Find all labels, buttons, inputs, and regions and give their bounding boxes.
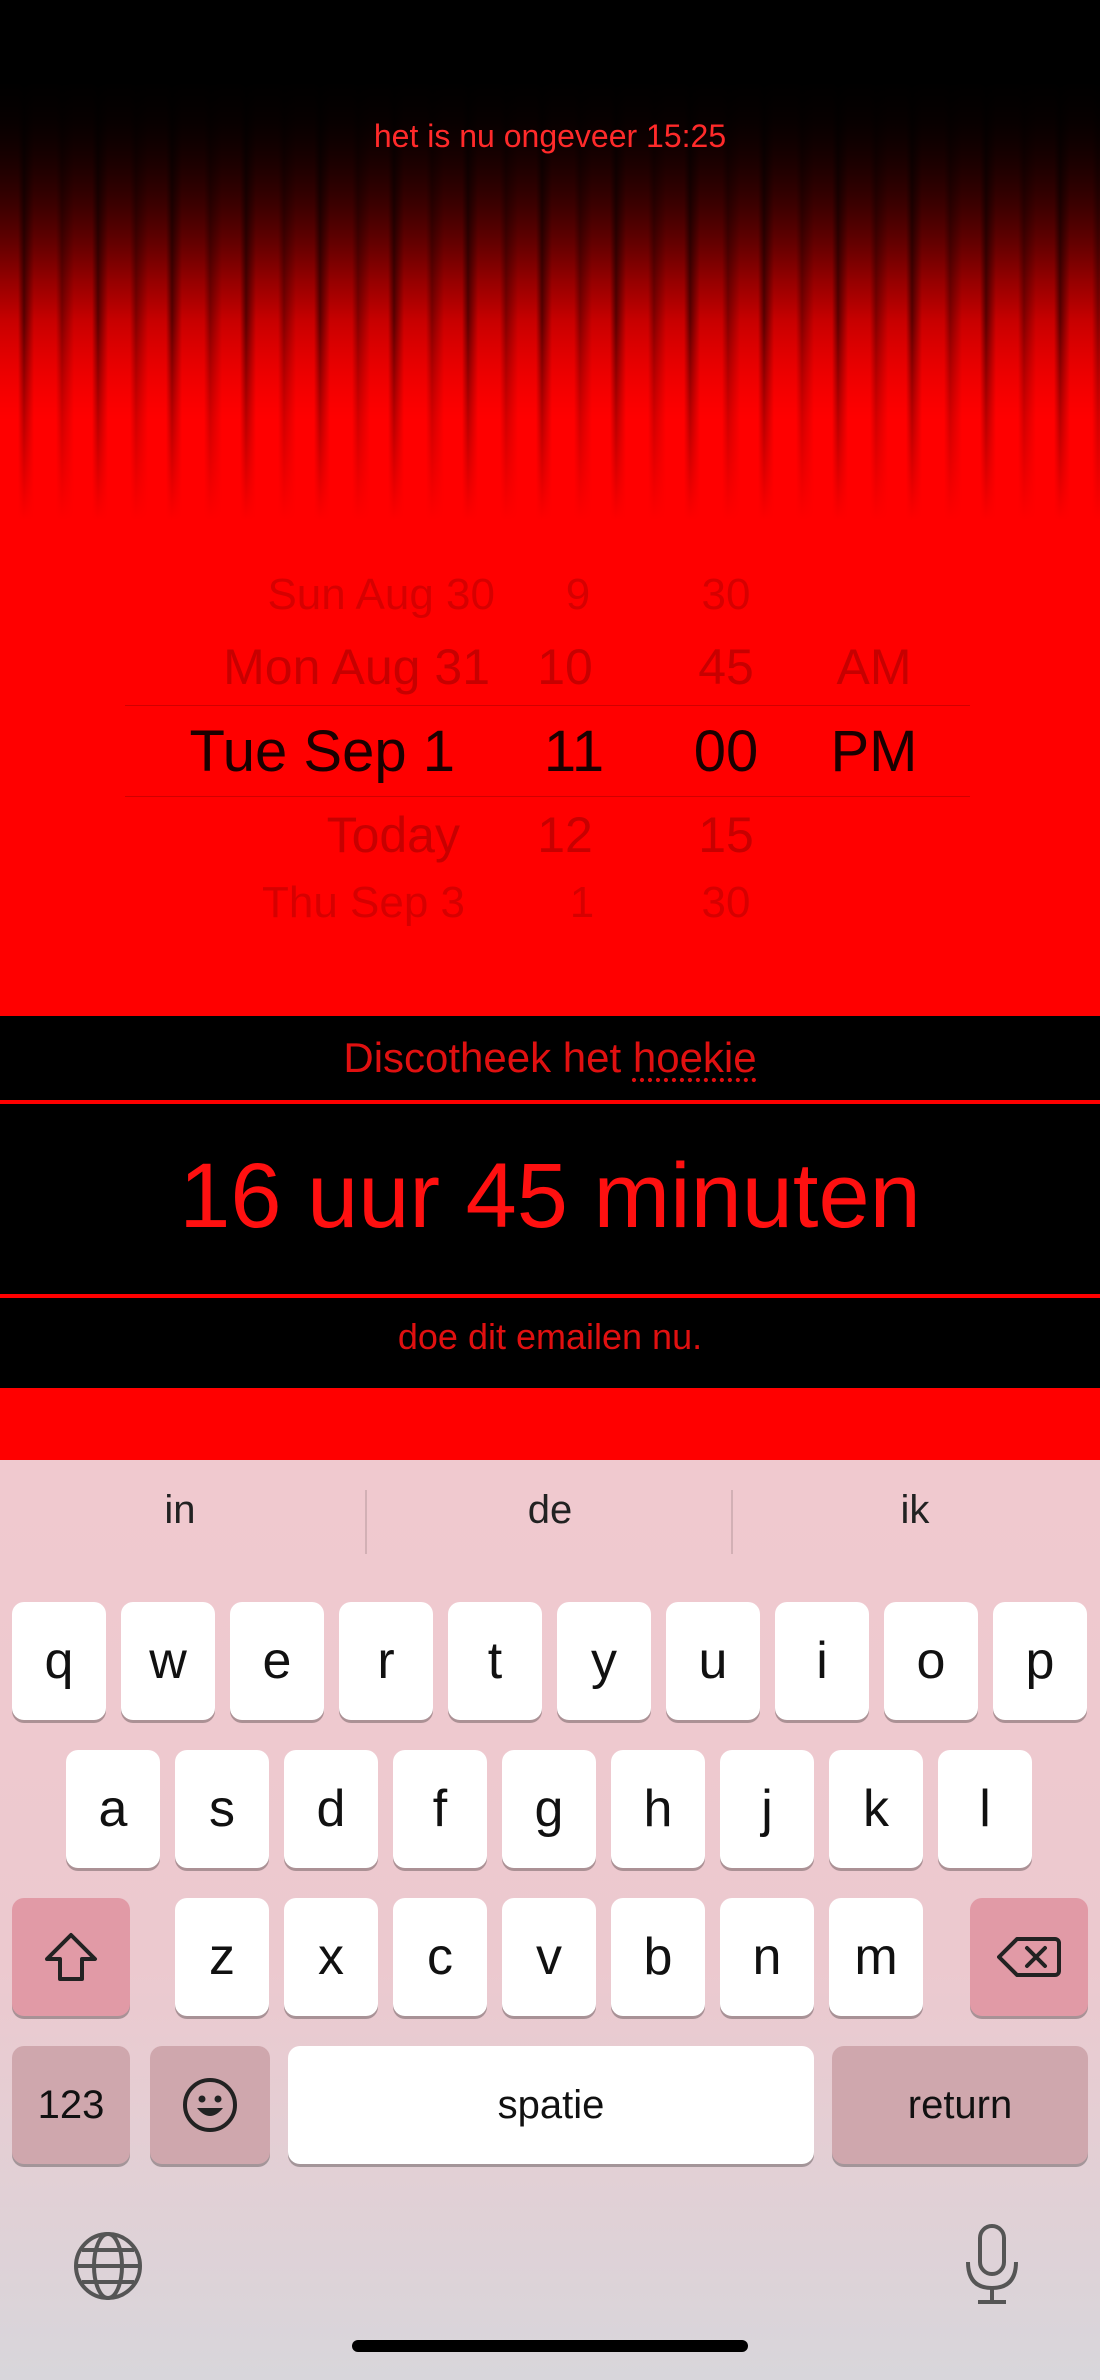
suggestion-1[interactable]: in [0, 1488, 360, 1533]
picker-minute[interactable]: 30 [676, 878, 776, 928]
picker-row[interactable]: Mon Aug 31 10 45 AM [0, 638, 1100, 718]
picker-minute[interactable]: 45 [676, 638, 776, 696]
email-now-button[interactable]: doe dit emailen nu. [0, 1316, 1100, 1358]
numbers-key[interactable]: 123 [12, 2046, 130, 2164]
suggestion-3[interactable]: ik [735, 1488, 1095, 1533]
microphone-icon[interactable] [962, 2222, 1022, 2306]
event-name-field[interactable]: Discotheek het hoekie [0, 1034, 1100, 1082]
keyboard-bottom-bar [0, 2210, 1100, 2380]
key-c[interactable]: c [393, 1898, 487, 2016]
countdown-text: 16 uur 45 minuten [179, 1145, 921, 1247]
picker-ampm[interactable]: AM [814, 638, 934, 696]
picker-row[interactable]: Thu Sep 3 1 30 [0, 878, 1100, 958]
key-d[interactable]: d [284, 1750, 378, 1868]
on-screen-keyboard[interactable]: in de ik q w e r t y u i o p a s d f g h… [0, 1460, 1100, 2380]
picker-hour[interactable]: 10 [525, 638, 605, 696]
key-o[interactable]: o [884, 1602, 978, 1720]
countdown-panel: 16 uur 45 minuten [0, 1104, 1100, 1294]
picker-row-selected[interactable]: Tue Sep 1 11 00 PM [0, 718, 1100, 798]
key-s[interactable]: s [175, 1750, 269, 1868]
date-time-picker[interactable]: Sun Aug 30 9 30 Mon Aug 31 10 45 AM Tue … [0, 570, 1100, 930]
emoji-key[interactable] [150, 2046, 270, 2164]
picker-selection-line-bottom [125, 796, 970, 797]
keyboard-suggestions: in de ik [0, 1460, 1100, 1590]
key-p[interactable]: p [993, 1602, 1087, 1720]
picker-hour[interactable]: 9 [538, 570, 618, 620]
top-gradient-background [0, 0, 1100, 560]
key-t[interactable]: t [448, 1602, 542, 1720]
key-l[interactable]: l [938, 1750, 1032, 1868]
key-x[interactable]: x [284, 1898, 378, 2016]
picker-date-selected[interactable]: Tue Sep 1 [95, 718, 455, 785]
emoji-icon [181, 2076, 239, 2134]
picker-hour[interactable]: 12 [525, 806, 605, 864]
picker-date[interactable]: Mon Aug 31 [130, 638, 490, 696]
key-h[interactable]: h [611, 1750, 705, 1868]
return-key-label: return [907, 2082, 1013, 2127]
key-j[interactable]: j [720, 1750, 814, 1868]
picker-minute[interactable]: 30 [676, 570, 776, 620]
space-key-label: spatie [497, 2082, 605, 2127]
backspace-icon [997, 1935, 1061, 1979]
picker-date[interactable]: Thu Sep 3 [105, 878, 465, 928]
current-time-text: het is nu ongeveer 15:25 [373, 118, 727, 154]
key-z[interactable]: z [175, 1898, 269, 2016]
key-n[interactable]: n [720, 1898, 814, 2016]
key-q[interactable]: q [12, 1602, 106, 1720]
key-i[interactable]: i [775, 1602, 869, 1720]
suggestion-2[interactable]: de [370, 1488, 730, 1533]
key-v[interactable]: v [502, 1898, 596, 2016]
picker-minute-selected[interactable]: 00 [676, 718, 776, 785]
key-b[interactable]: b [611, 1898, 705, 2016]
shift-key[interactable] [12, 1898, 130, 2016]
picker-date[interactable]: Today [100, 806, 460, 864]
key-m[interactable]: m [829, 1898, 923, 2016]
picker-selection-line-top [125, 705, 970, 706]
space-key[interactable]: spatie [288, 2046, 814, 2164]
picker-hour-selected[interactable]: 11 [534, 718, 614, 785]
home-indicator[interactable] [352, 2340, 748, 2352]
picker-row[interactable]: Today 12 15 [0, 806, 1100, 886]
backspace-key[interactable] [970, 1898, 1088, 2016]
suggestion-separator [365, 1490, 367, 1554]
key-f[interactable]: f [393, 1750, 487, 1868]
key-r[interactable]: r [339, 1602, 433, 1720]
key-w[interactable]: w [121, 1602, 215, 1720]
event-name-prefix: Discotheek het [343, 1034, 633, 1081]
event-name-misspelled-word[interactable]: hoekie [633, 1034, 757, 1081]
email-action-bar[interactable]: doe dit emailen nu. [0, 1298, 1100, 1388]
key-u[interactable]: u [666, 1602, 760, 1720]
event-name-bar[interactable]: Discotheek het hoekie [0, 1016, 1100, 1100]
key-g[interactable]: g [502, 1750, 596, 1868]
shift-icon [43, 1931, 99, 1983]
key-y[interactable]: y [557, 1602, 651, 1720]
numbers-key-label: 123 [37, 2082, 105, 2127]
suggestion-separator [731, 1490, 733, 1554]
picker-ampm-selected[interactable]: PM [814, 718, 934, 785]
globe-icon[interactable] [72, 2230, 144, 2302]
key-e[interactable]: e [230, 1602, 324, 1720]
picker-date[interactable]: Sun Aug 30 [135, 570, 495, 620]
key-k[interactable]: k [829, 1750, 923, 1868]
return-key[interactable]: return [832, 2046, 1088, 2164]
key-a[interactable]: a [66, 1750, 160, 1868]
picker-minute[interactable]: 15 [676, 806, 776, 864]
picker-hour[interactable]: 1 [542, 878, 622, 928]
